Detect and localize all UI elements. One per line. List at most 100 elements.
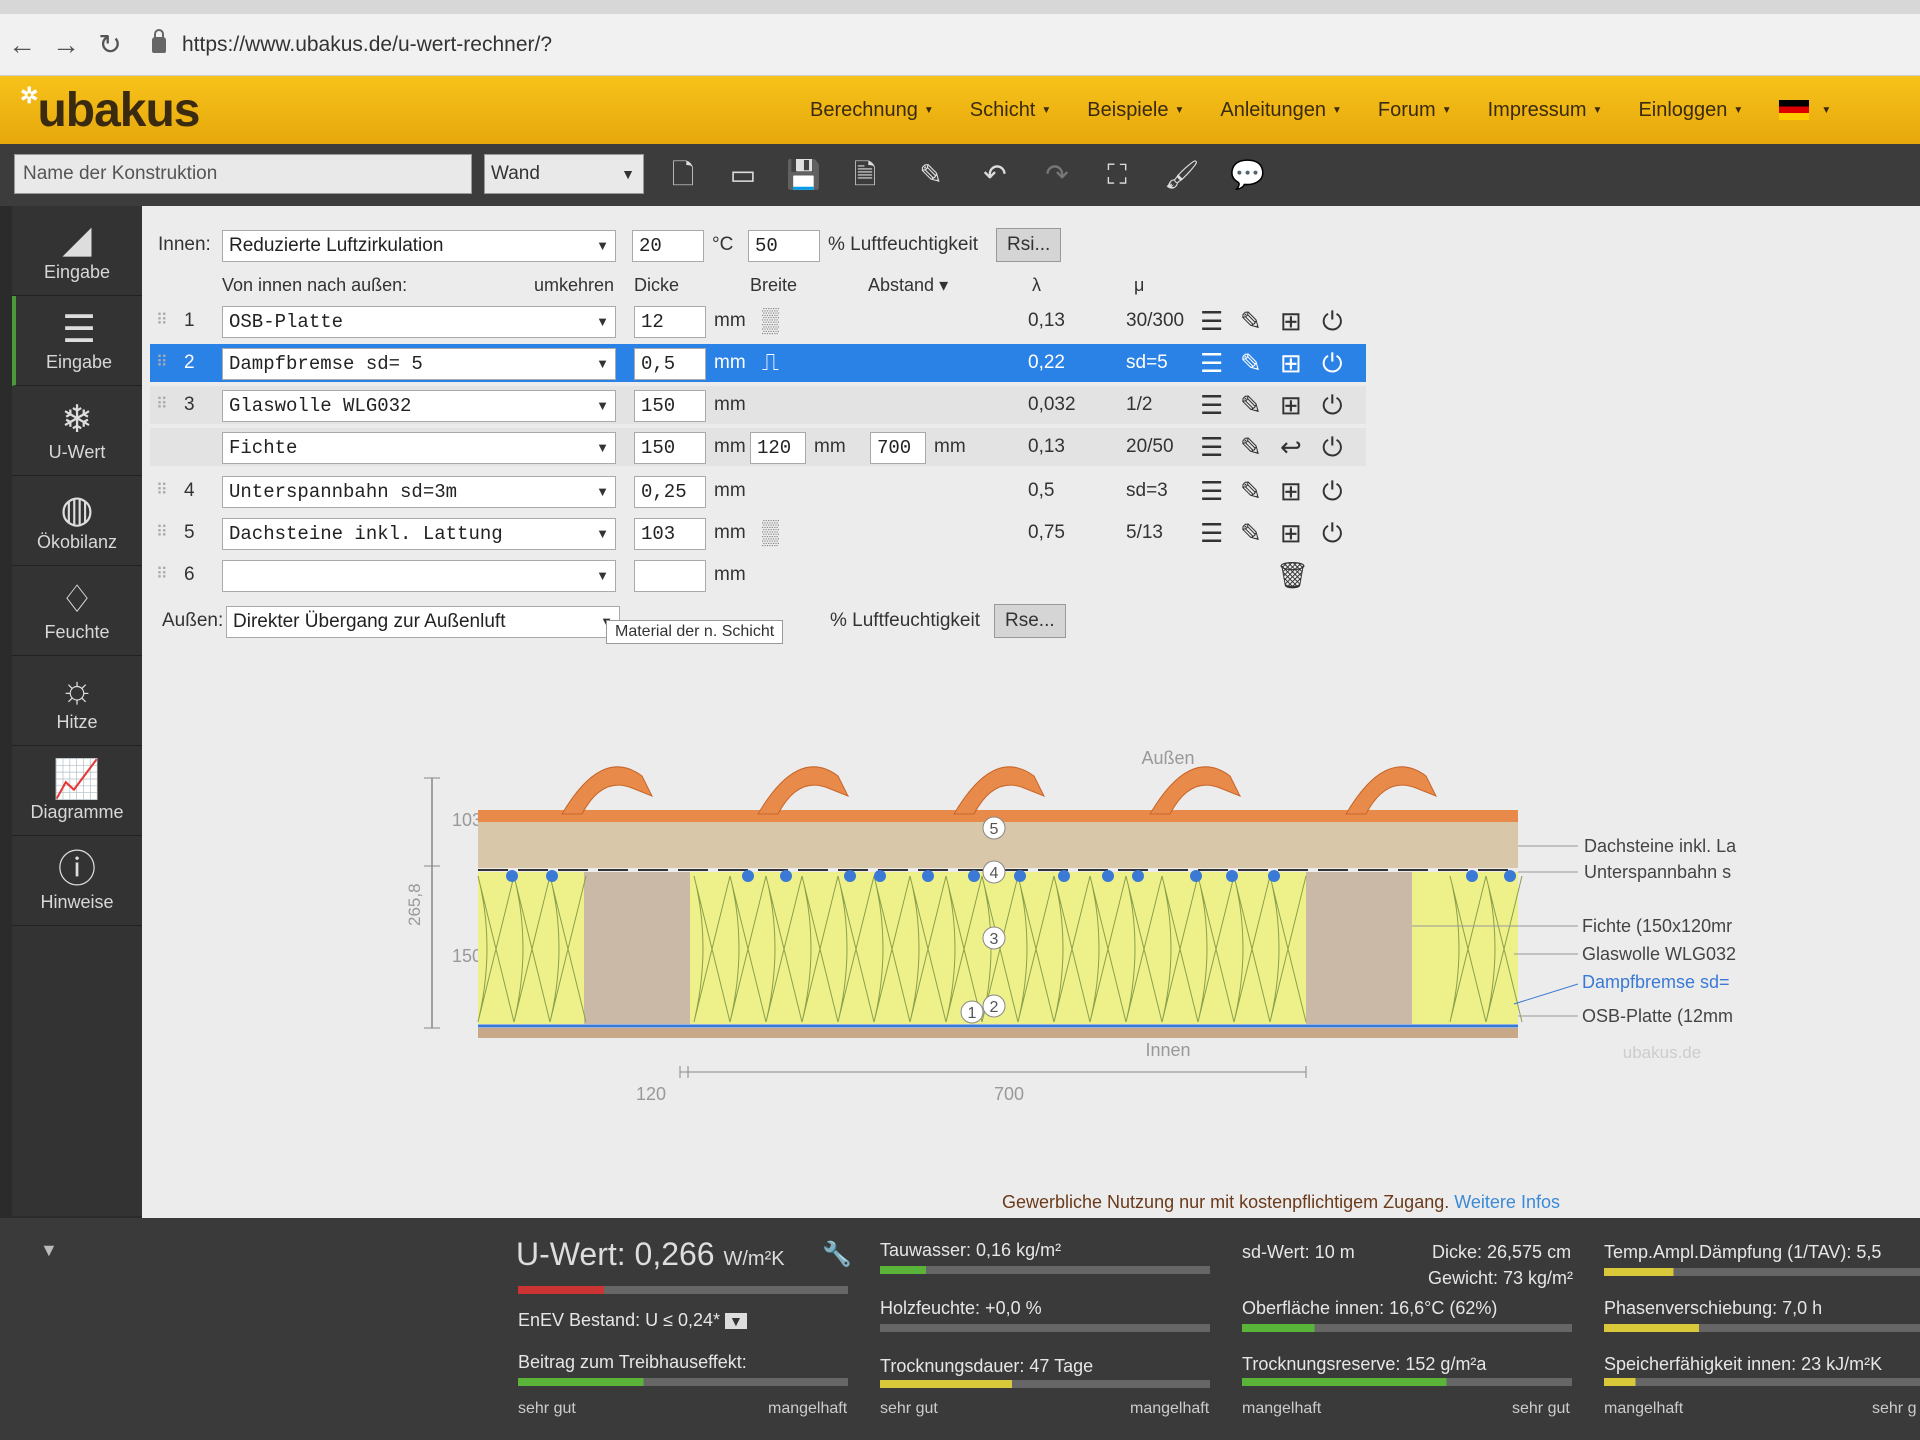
sidebar-item-diagramme[interactable]: 📈 Diagramme (12, 746, 142, 836)
drag-handle-icon[interactable]: ⠿ (156, 344, 168, 382)
reload-icon[interactable]: ↻ (88, 28, 132, 61)
comment-icon[interactable]: 💬 (1230, 158, 1265, 192)
pencil-icon[interactable]: ✎ (1240, 472, 1262, 510)
edit-icon[interactable]: ✎ (914, 158, 948, 192)
brush-icon[interactable]: 🖌 (1164, 158, 1200, 192)
pencil-icon[interactable]: ✎ (1240, 302, 1262, 340)
layer-spacing-input[interactable]: 700 (870, 432, 926, 464)
rsi-button[interactable]: Rsi... (996, 228, 1062, 262)
pencil-icon[interactable]: ✎ (1240, 344, 1262, 382)
menu-icon[interactable]: ☰ (1200, 472, 1223, 510)
inside-condition-select[interactable]: Reduzierte Luftzirkulation (222, 230, 616, 262)
add-layer-icon[interactable]: ⊞ (1280, 302, 1302, 340)
redo-icon[interactable]: ↷ (1040, 158, 1074, 192)
power-icon[interactable]: ⏻ (1322, 514, 1343, 552)
menu-impressum[interactable]: Impressum ▼ (1488, 99, 1603, 122)
power-icon[interactable]: ⏻ (1322, 386, 1343, 424)
layer-row[interactable]: ⠿ 5 Dachsteine inkl. Lattung 103 mm ▒ 0,75 5/13… (150, 514, 1366, 552)
drag-handle-icon[interactable]: ⠿ (156, 556, 168, 594)
menu-forum[interactable]: Forum ▼ (1378, 99, 1452, 122)
layer-material-select[interactable]: Glaswolle WLG032 (222, 390, 616, 422)
layer-material-select[interactable]: Dampfbremse sd= 5 (222, 348, 616, 380)
menu-icon[interactable]: ☰ (1200, 386, 1223, 424)
chevron-down-icon[interactable]: ▼ (1821, 105, 1831, 116)
construction-type-select[interactable]: Wand ▼ (484, 154, 644, 194)
layer-material-select[interactable]: OSB-Platte (222, 306, 616, 338)
layer-row[interactable]: ⠿ 6 mm 🗑 (150, 556, 1366, 594)
menu-schicht[interactable]: Schicht ▼ (970, 99, 1052, 122)
sidebar-item-oekobilanz[interactable]: ◍ Ökobilanz (12, 476, 142, 566)
layer-row[interactable]: ⠿ 1 OSB-Platte 12 mm ▒ 0,13 30/300 ☰ ✎ ⊞ ⏻ (150, 302, 1366, 340)
spacing-header[interactable]: Abstand ▾ (868, 266, 948, 304)
menu-icon[interactable]: ☰ (1200, 302, 1223, 340)
inside-humidity-input[interactable]: 50 (748, 230, 820, 262)
power-icon[interactable]: ⏻ (1322, 472, 1343, 510)
layer-thickness-input[interactable]: 150 (634, 390, 706, 422)
pdf-icon[interactable]: 🗎 (848, 158, 882, 192)
layer-thickness-input[interactable]: 12 (634, 306, 706, 338)
layer-material-select[interactable]: Dachsteine inkl. Lattung (222, 518, 616, 550)
pencil-icon[interactable]: ✎ (1240, 428, 1262, 466)
collapse-icon[interactable]: ▼ (40, 1240, 58, 1261)
add-layer-icon[interactable]: ⊞ (1280, 472, 1302, 510)
undo-icon[interactable]: ↩ (1280, 428, 1302, 466)
rse-button[interactable]: Rse... (994, 604, 1066, 638)
sidebar-item-u-wert[interactable]: ❄ U-Wert (12, 386, 142, 476)
undo-icon[interactable]: ↶ (978, 158, 1012, 192)
layer-pattern-icon[interactable]: ⎍ (762, 344, 779, 382)
new-file-icon[interactable]: 🗋 (666, 158, 700, 192)
wrench-icon[interactable]: 🔧 (822, 1240, 852, 1269)
menu-icon[interactable]: ☰ (1200, 344, 1223, 382)
drag-handle-icon[interactable]: ⠿ (156, 386, 168, 424)
drag-handle-icon[interactable]: ⠿ (156, 514, 168, 552)
trash-icon[interactable]: 🗑 (1276, 556, 1309, 594)
reverse-link[interactable]: umkehren (534, 266, 614, 304)
layer-thickness-input[interactable]: 103 (634, 518, 706, 550)
fullscreen-icon[interactable]: ⛶ (1100, 158, 1134, 192)
menu-icon[interactable]: ☰ (1200, 514, 1223, 552)
address-bar[interactable]: https://www.ubakus.de/u-wert-rechner/? (152, 28, 552, 57)
add-layer-icon[interactable]: ⊞ (1280, 386, 1302, 424)
layer-width-input[interactable]: 120 (750, 432, 806, 464)
back-icon[interactable]: ← (0, 29, 44, 61)
layer-row[interactable]: ⠿ 2 Dampfbremse sd= 5 0,5 mm ⎍ 0,22 sd=5 ☰ ✎ ⊞ ⏻ (150, 344, 1366, 382)
layer-thickness-input[interactable]: 0,25 (634, 476, 706, 508)
pencil-icon[interactable]: ✎ (1240, 386, 1262, 424)
forward-icon[interactable]: → (44, 29, 88, 61)
sidebar-item-eingabe[interactable]: ◢ Eingabe (12, 206, 142, 296)
inside-temp-input[interactable]: 20 (632, 230, 704, 262)
power-icon[interactable]: ⏻ (1322, 302, 1343, 340)
outside-condition-select[interactable]: Direkter Übergang zur Außenluft (226, 606, 620, 638)
add-layer-icon[interactable]: ⊞ (1280, 514, 1302, 552)
menu-einloggen[interactable]: Einloggen ▼ (1638, 99, 1743, 122)
construction-name-input[interactable]: Name der Konstruktion (14, 154, 472, 194)
logo[interactable]: ✲ubakus (20, 83, 200, 138)
power-icon[interactable]: ⏻ (1322, 344, 1343, 382)
layer-pattern-icon[interactable]: ▒ (762, 302, 779, 340)
drag-handle-icon[interactable]: ⠿ (156, 302, 168, 340)
sidebar-item-eingabe-layers[interactable]: ☰ Eingabe (12, 296, 142, 386)
menu-berechnung[interactable]: Berechnung ▼ (810, 99, 934, 122)
layer-row[interactable]: ⠿ 3 Glaswolle WLG032 150 mm 0,032 1/2 ☰ ✎ ⊞ ⏻ (150, 386, 1366, 424)
power-icon[interactable]: ⏻ (1322, 428, 1343, 466)
layer-material-select[interactable] (222, 560, 616, 592)
layer-thickness-input[interactable] (634, 560, 706, 592)
layer-material-select[interactable]: Unterspannbahn sd=3m (222, 476, 616, 508)
layer-material-select[interactable]: Fichte (222, 432, 616, 464)
sidebar-item-feuchte[interactable]: ♢ Feuchte (12, 566, 142, 656)
pencil-icon[interactable]: ✎ (1240, 514, 1262, 552)
layer-thickness-input[interactable]: 0,5 (634, 348, 706, 380)
menu-icon[interactable]: ☰ (1200, 428, 1223, 466)
add-layer-icon[interactable]: ⊞ (1280, 344, 1302, 382)
open-folder-icon[interactable]: ▭ (726, 158, 760, 192)
menu-anleitungen[interactable]: Anleitungen ▼ (1220, 99, 1342, 122)
layer-pattern-icon[interactable]: ▒ (762, 514, 779, 552)
layer-row[interactable]: Fichte150mm120mm700mm0,1320/50☰✎↩⏻ (150, 428, 1366, 466)
save-icon[interactable]: 💾 (786, 158, 821, 192)
layer-thickness-input[interactable]: 150 (634, 432, 706, 464)
drag-handle-icon[interactable]: ⠿ (156, 472, 168, 510)
more-info-link[interactable]: Weitere Infos (1454, 1192, 1560, 1212)
layer-row[interactable]: ⠿ 4 Unterspannbahn sd=3m 0,25 mm 0,5 sd=3 ☰ ✎ ⊞ ⏻ (150, 472, 1366, 510)
language-flag-icon[interactable] (1779, 100, 1810, 120)
menu-beispiele[interactable]: Beispiele ▼ (1087, 99, 1184, 122)
